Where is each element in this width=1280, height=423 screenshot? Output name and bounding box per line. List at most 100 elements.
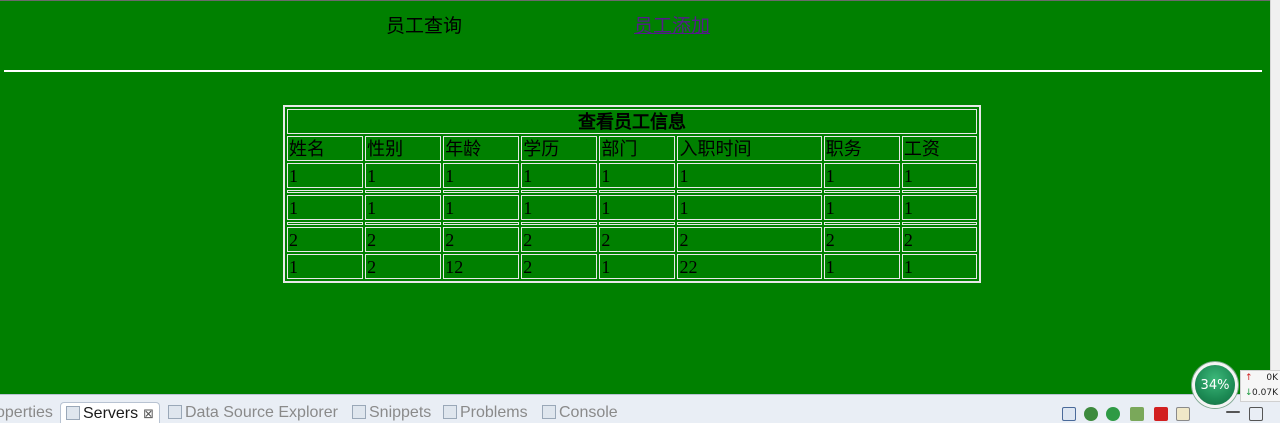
collapse-all-icon[interactable] [1062,407,1076,421]
minimize-icon[interactable] [1226,411,1240,413]
upload-arrow-icon: ↑ [1245,373,1253,383]
header-age: 年龄 [443,136,520,161]
table-row: 1 2 12 2 1 22 1 1 [287,254,977,279]
snippets-icon [352,405,366,419]
table-row: 1 1 1 1 1 1 1 1 [287,195,977,220]
vertical-scrollbar[interactable] [1270,0,1280,394]
cell-salary: 1 [901,163,977,188]
cell-hire-date: 1 [677,195,822,220]
cell-gender: 2 [365,227,442,252]
empty-cell [823,222,900,225]
header-name: 姓名 [287,136,364,161]
empty-cell [521,222,598,225]
database-icon [168,405,182,419]
empty-row [287,190,977,193]
tab-problems[interactable]: Problems [443,404,528,422]
empty-cell [677,190,822,193]
cell-name: 2 [287,227,364,252]
employee-table: 查看员工信息 姓名 性别 年龄 学历 部门 入职时间 职务 工资 1 1 1 1… [283,105,981,283]
empty-cell [287,222,364,225]
empty-cell [599,190,676,193]
network-monitor-widget[interactable]: 34% ↑ 0K ↓ 0.07K [1192,362,1280,410]
cell-gender: 2 [365,254,442,279]
cell-hire-date: 2 [677,227,822,252]
tab-servers[interactable]: Servers ⊠ [60,402,161,423]
table-row: 2 2 2 2 2 2 2 2 [287,227,977,252]
empty-cell [677,222,822,225]
close-icon[interactable]: ⊠ [143,406,154,421]
tab-label: Data Source Explorer [185,404,338,421]
header-department: 部门 [599,136,676,161]
download-speed: 0.07K [1252,388,1278,398]
header-hire-date: 入职时间 [677,136,822,161]
table-header-row: 姓名 性别 年龄 学历 部门 入职时间 职务 工资 [287,136,977,161]
cell-gender: 1 [365,163,442,188]
tab-properties[interactable]: operties [0,404,53,422]
cell-hire-date: 1 [677,163,822,188]
problems-icon [443,405,457,419]
cell-hire-date: 22 [677,254,822,279]
cell-position: 1 [823,195,900,220]
empty-cell [365,190,442,193]
empty-cell [823,190,900,193]
cell-position: 1 [823,163,900,188]
upload-speed: 0K [1266,373,1278,383]
cell-name: 1 [287,163,364,188]
debug-icon[interactable] [1084,407,1098,421]
servers-icon [66,406,80,420]
cell-gender: 1 [365,195,442,220]
tab-console[interactable]: Console [542,404,618,422]
cell-position: 2 [823,227,900,252]
cell-name: 1 [287,254,364,279]
empty-cell [443,190,520,193]
cell-position: 1 [823,254,900,279]
cell-education: 1 [521,195,598,220]
speed-panel: ↑ 0K ↓ 0.07K [1240,370,1280,402]
table-row: 1 1 1 1 1 1 1 1 [287,163,977,188]
tab-label: Servers [83,405,139,422]
empty-cell [443,222,520,225]
ide-view-tab-strip: operties Servers ⊠ Data Source Explorer S… [0,394,1280,423]
cell-salary: 2 [901,227,977,252]
empty-cell [599,222,676,225]
page-body: 员工查询 员工添加 查看员工信息 姓名 性别 年龄 学历 部门 入职时间 职务 … [0,0,1270,394]
header-salary: 工资 [901,136,977,161]
horizontal-rule [4,70,1262,72]
publish-icon[interactable] [1176,407,1190,421]
cell-education: 1 [521,163,598,188]
cell-education: 2 [521,254,598,279]
cell-age: 12 [443,254,520,279]
nav-employee-add-link[interactable]: 员工添加 [634,11,710,38]
header-education: 学历 [521,136,598,161]
table-caption: 查看员工信息 [287,109,977,134]
cell-salary: 1 [901,195,977,220]
cell-department: 1 [599,254,676,279]
tab-data-source-explorer[interactable]: Data Source Explorer [168,404,338,422]
tab-label: Problems [460,404,528,421]
cell-salary: 1 [901,254,977,279]
cell-age: 1 [443,195,520,220]
empty-cell [365,222,442,225]
header-gender: 性别 [365,136,442,161]
nav-employee-query: 员工查询 [386,15,463,37]
tab-label: operties [0,404,53,421]
console-icon [542,405,556,419]
run-icon[interactable] [1106,407,1120,421]
tab-label: Console [559,404,618,421]
cell-department: 2 [599,227,676,252]
tab-label: Snippets [369,404,432,421]
header-position: 职务 [823,136,900,161]
cell-department: 1 [599,163,676,188]
profile-icon[interactable] [1130,407,1144,421]
empty-cell [287,190,364,193]
cell-age: 1 [443,163,520,188]
stop-icon[interactable] [1154,407,1168,421]
empty-cell [901,190,977,193]
cell-education: 2 [521,227,598,252]
empty-row [287,222,977,225]
cell-age: 2 [443,227,520,252]
cell-department: 1 [599,195,676,220]
empty-cell [521,190,598,193]
tab-snippets[interactable]: Snippets [352,404,431,422]
empty-cell [901,222,977,225]
